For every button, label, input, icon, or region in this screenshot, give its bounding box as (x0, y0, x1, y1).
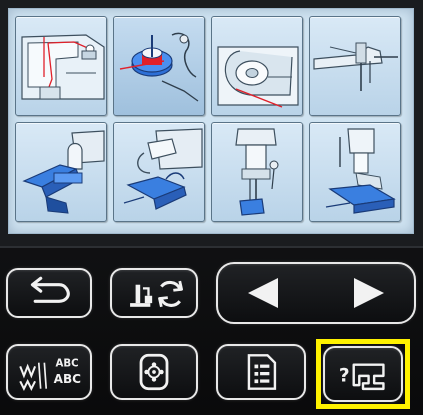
presser-foot-remove-illustration (123, 128, 203, 210)
presser-foot-refresh-icon (130, 280, 183, 308)
presser-foot-attach-illustration (22, 130, 105, 214)
return-arrow-icon (30, 276, 70, 303)
svg-text:?: ? (339, 365, 350, 386)
tile-bobbin-winding[interactable] (113, 16, 205, 116)
triangle-right-icon (354, 278, 384, 308)
tile-needle-threading[interactable] (309, 16, 401, 116)
stitch-button[interactable]: ABC ABC (6, 344, 92, 400)
tile-presser-foot-remove[interactable] (113, 122, 205, 222)
tile-upper-threading[interactable] (15, 16, 107, 116)
triangle-left-icon (248, 278, 278, 308)
embroidery-button[interactable] (110, 344, 198, 400)
settings-list-icon (247, 354, 277, 390)
lcd-screen (8, 8, 414, 234)
tile-bobbin-insertion[interactable] (211, 16, 303, 116)
settings-button[interactable] (216, 344, 306, 400)
tile-presser-foot-holder[interactable] (211, 122, 303, 222)
needle-change-button[interactable] (110, 268, 198, 318)
tile-zipper-foot[interactable] (309, 122, 401, 222)
next-page-button[interactable] (316, 266, 412, 320)
zipper-foot-illustration (325, 128, 396, 214)
bobbin-case-illustration (217, 46, 299, 108)
back-button[interactable] (6, 268, 92, 318)
tutorial-grid (15, 16, 401, 222)
presser-foot-holder-illustration (235, 128, 279, 216)
embroidery-hoop-icon (139, 353, 169, 391)
machine-help-button[interactable]: ? (323, 346, 403, 402)
bobbin-winding-illustration (119, 32, 199, 102)
svg-text:ABC: ABC (56, 358, 79, 369)
lcd-frame (0, 0, 423, 248)
svg-text:ABC: ABC (54, 372, 82, 386)
upper-threading-illustration (21, 34, 105, 100)
stitch-abc-icon: ABC ABC (19, 358, 82, 391)
machine-help-icon: ? (339, 363, 385, 391)
needle-threader-illustration (313, 42, 398, 91)
prev-page-button[interactable] (220, 266, 316, 320)
tile-presser-foot-attach[interactable] (15, 122, 107, 222)
